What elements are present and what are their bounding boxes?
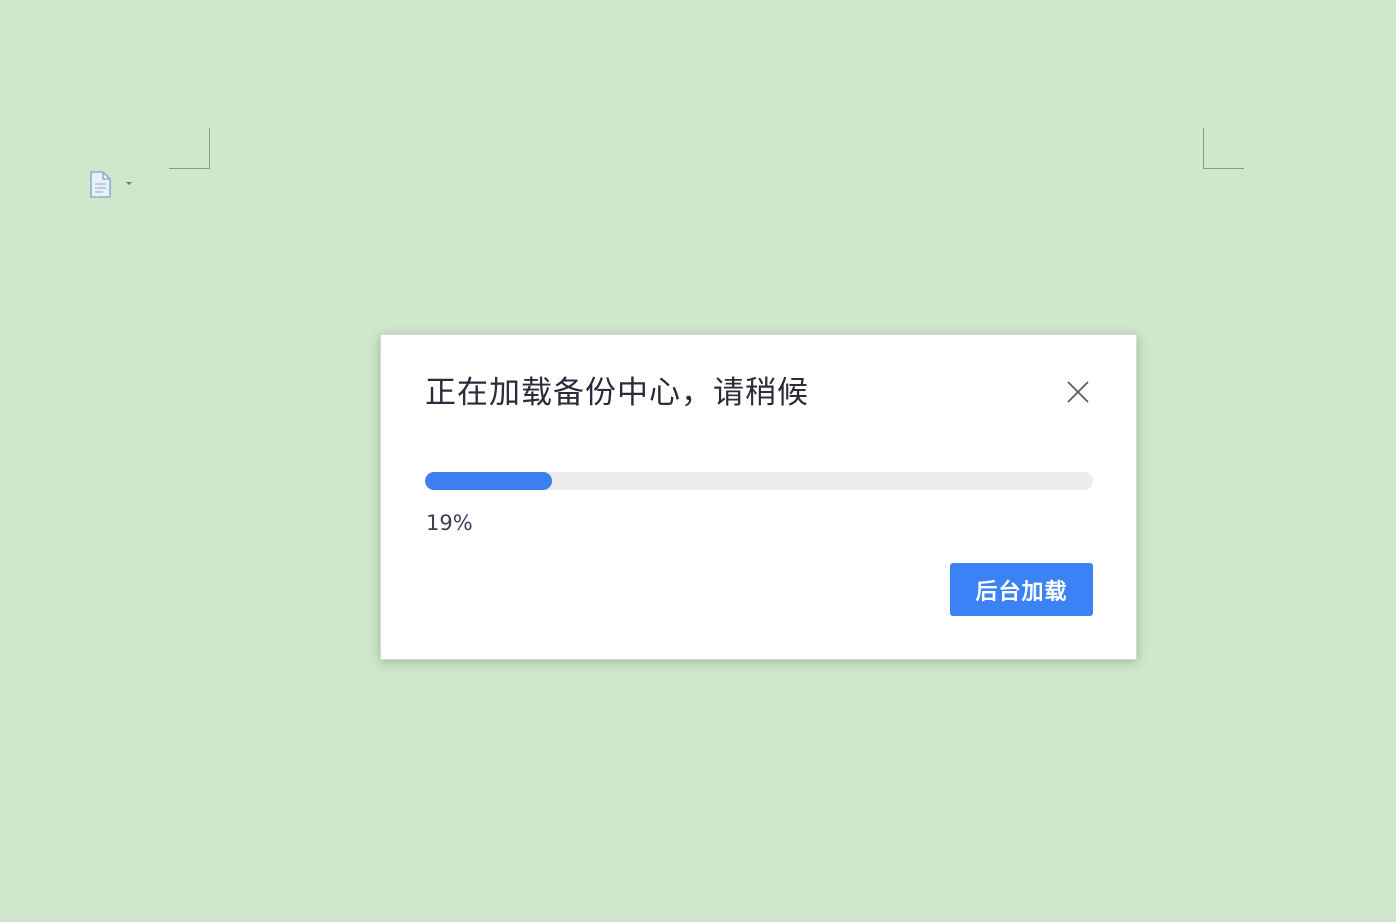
document-canvas: 正在加载备份中心，请稍候 19% 后台加载 [0,0,1396,922]
document-icon [90,171,111,198]
close-icon [1067,381,1089,403]
dialog-title: 正在加载备份中心，请稍候 [425,375,809,411]
page-corner-mark-top-right [1203,128,1244,169]
progress-bar-fill [425,472,552,490]
page-corner-mark-top-left [169,128,210,169]
close-button[interactable] [1064,378,1092,406]
loading-dialog: 正在加载备份中心，请稍候 19% 后台加载 [380,334,1137,660]
chevron-down-icon [126,182,132,185]
progress-bar [425,472,1093,490]
paste-options-button[interactable] [88,170,138,200]
background-load-button[interactable]: 后台加载 [950,563,1093,616]
progress-percent-label: 19% [426,511,473,535]
